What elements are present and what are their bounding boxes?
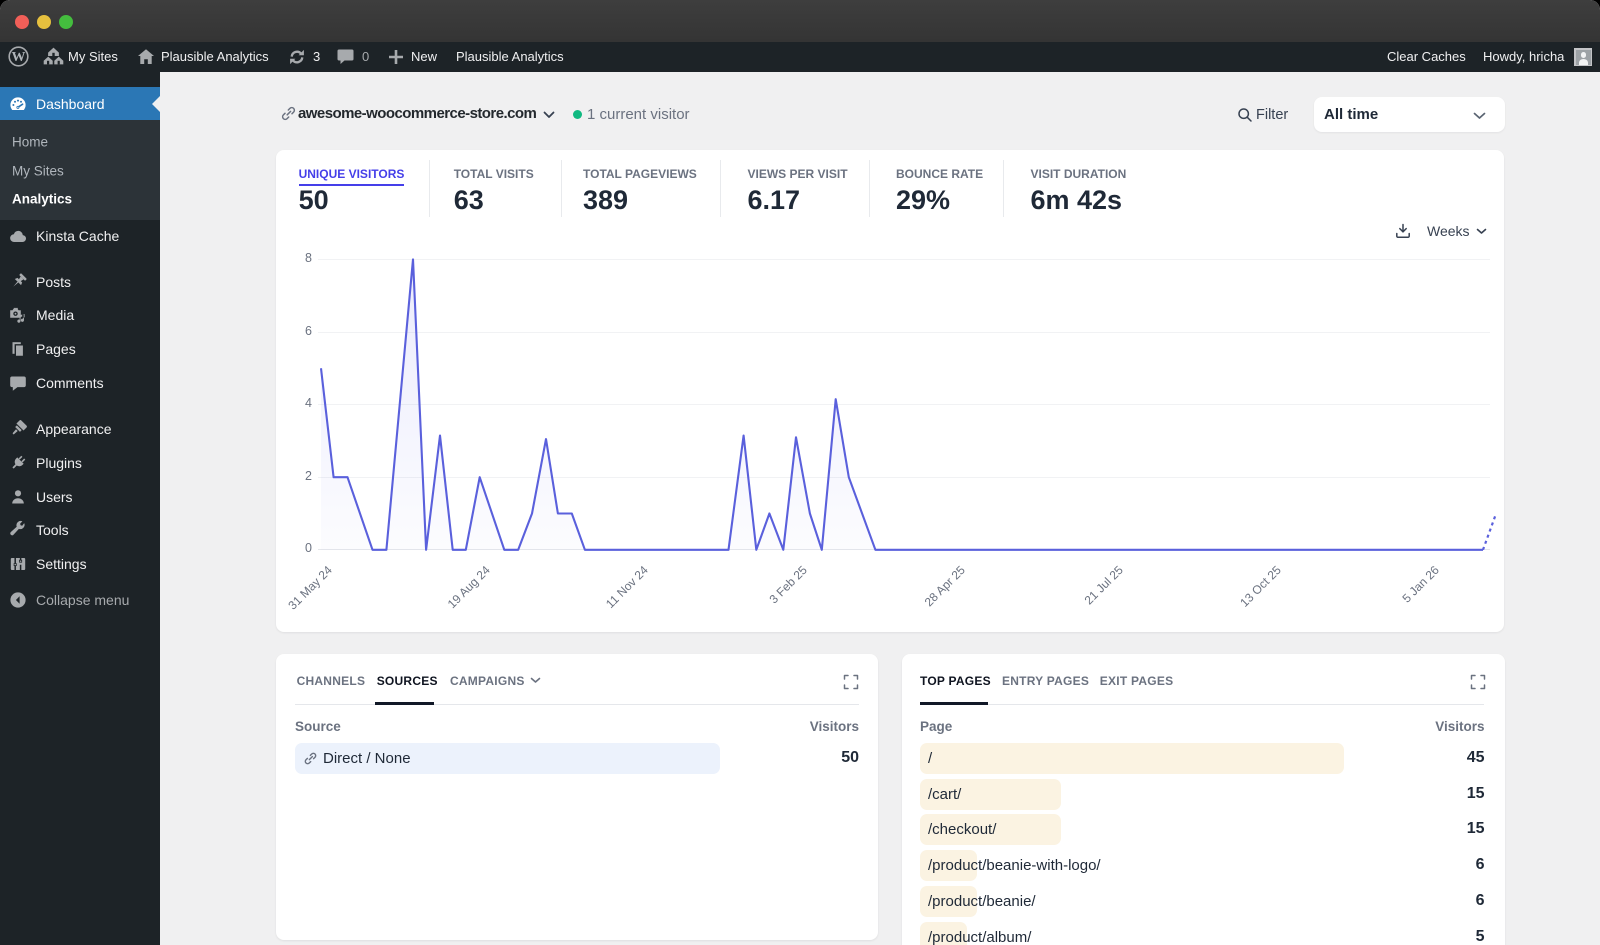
svg-text:W: W bbox=[12, 50, 26, 65]
